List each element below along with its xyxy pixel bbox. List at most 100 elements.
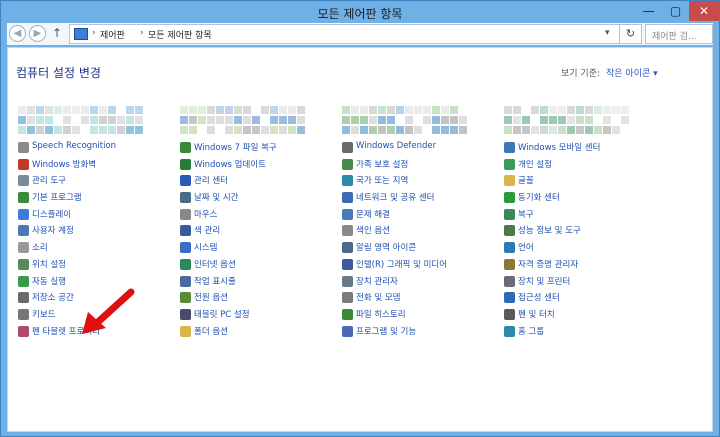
sound-icon bbox=[18, 242, 29, 254]
mouse-icon bbox=[180, 208, 191, 220]
item-label[interactable]: 색인 옵션 bbox=[356, 224, 390, 236]
display-icon bbox=[18, 208, 29, 220]
sync-icon bbox=[504, 192, 515, 204]
blurred-item-group bbox=[504, 104, 634, 135]
control-panel-window: 모든 제어판 항목 — ▢ ✕ ◀ ▶ ↑ › 제어판 › 모든 제어판 항목 … bbox=[0, 0, 720, 437]
item-label[interactable]: 장치 관리자 bbox=[356, 275, 398, 287]
item-label[interactable]: 성능 정보 및 도구 bbox=[518, 224, 581, 236]
item-label[interactable]: 네트워크 및 공유 센터 bbox=[356, 191, 435, 203]
accessibility-icon bbox=[504, 292, 515, 304]
user-accounts-icon bbox=[18, 225, 29, 237]
item-label[interactable]: 인텔(R) 그래픽 및 미디어 bbox=[356, 258, 447, 270]
item-label[interactable]: 장치 및 프린터 bbox=[518, 275, 570, 287]
item-label[interactable]: 관리 센터 bbox=[194, 174, 228, 186]
red-arrow-annotation bbox=[82, 288, 135, 334]
device-manager-icon bbox=[342, 275, 353, 287]
item-label[interactable]: 개인 설정 bbox=[518, 158, 552, 170]
item-label[interactable]: 국가 또는 지역 bbox=[356, 174, 408, 186]
blurred-item-group bbox=[180, 104, 310, 135]
address-bar[interactable]: › 제어판 › 모든 제어판 항목 ▾ bbox=[69, 24, 620, 44]
item-label[interactable]: 동기화 센터 bbox=[518, 191, 560, 203]
item-label[interactable]: Windows 모바일 센터 bbox=[518, 141, 600, 153]
item-label[interactable]: 전원 옵션 bbox=[194, 291, 228, 303]
defender-icon bbox=[342, 142, 353, 153]
search-input[interactable]: 제어판 검... bbox=[645, 24, 713, 44]
item-label[interactable]: 저장소 공간 bbox=[32, 291, 74, 303]
item-label[interactable]: Windows 7 파일 복구 bbox=[194, 141, 277, 153]
item-label[interactable]: 위치 설정 bbox=[32, 258, 66, 270]
location-icon bbox=[18, 258, 29, 270]
address-dropdown-icon[interactable]: ▾ bbox=[605, 28, 610, 38]
microphone-icon bbox=[18, 142, 29, 153]
item-label[interactable]: 날짜 및 시간 bbox=[194, 191, 239, 203]
keyboard-icon bbox=[18, 308, 29, 320]
item-label[interactable]: 태블릿 PC 설정 bbox=[194, 308, 250, 320]
item-label[interactable]: 언어 bbox=[518, 241, 534, 253]
mobility-icon bbox=[504, 142, 515, 153]
item-label[interactable]: 펜 및 터치 bbox=[518, 308, 555, 320]
item-label[interactable]: 인터넷 옵션 bbox=[194, 258, 236, 270]
breadcrumb-all-items[interactable]: 모든 제어판 항목 bbox=[148, 28, 212, 41]
admin-tools-icon bbox=[18, 175, 29, 187]
item-label[interactable]: 디스플레이 bbox=[32, 208, 71, 220]
item-label[interactable]: 프로그램 및 기능 bbox=[356, 325, 416, 337]
item-label[interactable]: 폴더 옵션 bbox=[194, 325, 228, 337]
view-by-label: 보기 기준: bbox=[561, 69, 601, 79]
item-label[interactable]: 키보드 bbox=[32, 308, 55, 320]
item-label[interactable]: 관리 도구 bbox=[32, 174, 66, 186]
power-icon bbox=[180, 292, 191, 304]
phone-icon bbox=[342, 292, 353, 304]
language-icon bbox=[504, 242, 515, 254]
item-label[interactable]: Windows 업데이트 bbox=[194, 158, 266, 170]
autoplay-icon bbox=[18, 275, 29, 287]
pen-tablet-icon bbox=[18, 325, 29, 337]
programs-icon bbox=[342, 325, 353, 337]
item-label[interactable]: 작업 표시줄 bbox=[194, 275, 236, 287]
item-label[interactable]: 사용자 계정 bbox=[32, 224, 74, 236]
item-label[interactable]: 자격 증명 관리자 bbox=[518, 258, 578, 270]
globe-icon bbox=[342, 175, 353, 187]
storage-icon bbox=[18, 292, 29, 304]
maximize-button[interactable]: ▢ bbox=[662, 1, 689, 21]
item-label[interactable]: 자동 실행 bbox=[32, 275, 66, 287]
item-label[interactable]: Windows Defender bbox=[356, 141, 436, 151]
item-label[interactable]: 기본 프로그램 bbox=[32, 191, 82, 203]
intel-graphics-icon bbox=[342, 258, 353, 270]
item-label[interactable]: 마우스 bbox=[194, 208, 217, 220]
item-label[interactable]: 접근성 센터 bbox=[518, 291, 560, 303]
file-history-icon bbox=[342, 308, 353, 320]
item-label[interactable]: 가족 보호 설정 bbox=[356, 158, 408, 170]
view-by-dropdown[interactable]: 작은 아이콘 ▾ bbox=[606, 66, 658, 79]
item-label[interactable]: 글꼴 bbox=[518, 174, 534, 186]
internet-icon bbox=[180, 258, 191, 270]
tablet-icon bbox=[180, 308, 191, 320]
item-label[interactable]: Windows 방화벽 bbox=[32, 158, 96, 170]
breadcrumb-separator: › bbox=[92, 28, 96, 38]
up-button[interactable]: ↑ bbox=[52, 26, 62, 40]
item-label[interactable]: Speech Recognition bbox=[32, 141, 116, 151]
refresh-button[interactable]: ↻ bbox=[620, 24, 642, 44]
item-label[interactable]: 전화 및 모뎀 bbox=[356, 291, 401, 303]
item-label[interactable]: 복구 bbox=[518, 208, 534, 220]
indexing-icon bbox=[342, 225, 353, 237]
taskbar-icon bbox=[180, 275, 191, 287]
item-label[interactable]: 알림 영역 아이콘 bbox=[356, 241, 416, 253]
blurred-item-group bbox=[18, 104, 148, 135]
minimize-button[interactable]: — bbox=[635, 1, 662, 21]
search-placeholder: 제어판 검... bbox=[652, 32, 697, 42]
item-label[interactable]: 홈 그룹 bbox=[518, 325, 544, 337]
title-bar[interactable]: 모든 제어판 항목 — ▢ ✕ bbox=[1, 1, 719, 23]
default-programs-icon bbox=[18, 192, 29, 204]
item-label[interactable]: 파일 히스토리 bbox=[356, 308, 406, 320]
item-label[interactable]: 색 관리 bbox=[194, 224, 220, 236]
performance-icon bbox=[504, 225, 515, 237]
item-label[interactable]: 문제 해결 bbox=[356, 208, 390, 220]
close-button[interactable]: ✕ bbox=[689, 1, 719, 21]
item-label[interactable]: 소리 bbox=[32, 241, 48, 253]
forward-button[interactable]: ▶ bbox=[29, 25, 46, 42]
item-label[interactable]: 시스템 bbox=[194, 241, 217, 253]
back-button[interactable]: ◀ bbox=[9, 25, 26, 42]
firewall-icon bbox=[18, 158, 29, 170]
breadcrumb-control-panel[interactable]: 제어판 bbox=[100, 28, 125, 41]
breadcrumb-separator: › bbox=[140, 28, 144, 38]
